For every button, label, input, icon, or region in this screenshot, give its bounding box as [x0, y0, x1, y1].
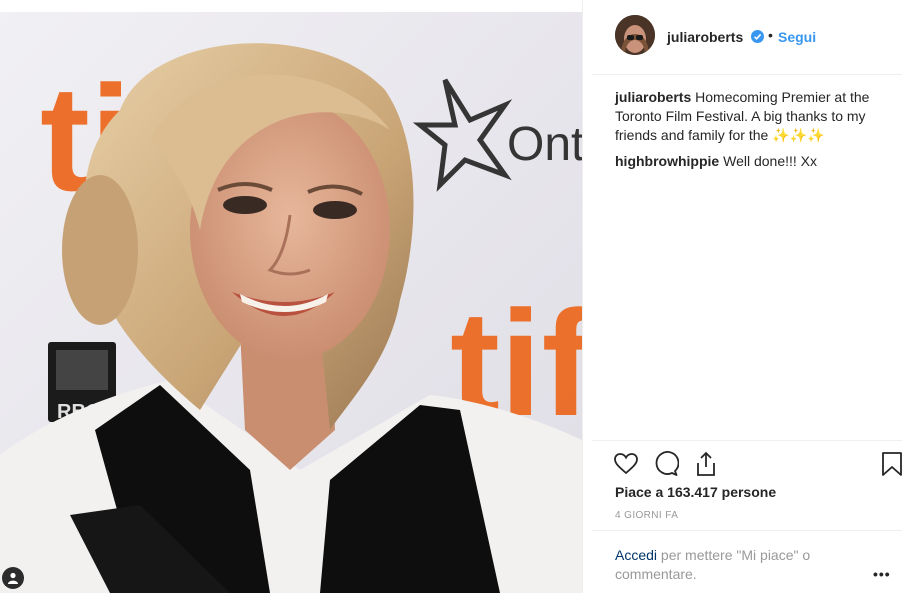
comment-username[interactable]: juliaroberts [615, 89, 691, 105]
likes-count[interactable]: Piace a 163.417 persone [615, 484, 776, 500]
comments-list: juliaroberts Homecoming Premier at the T… [615, 88, 895, 178]
verified-badge-icon [751, 30, 764, 43]
comment-text: Well done!!! Xx [723, 153, 818, 169]
svg-text:Ont: Ont [507, 118, 582, 171]
post-side-panel: juliaroberts • Segui juliaroberts Homeco… [592, 0, 921, 593]
post-timestamp: 4 GIORNI FA [615, 510, 679, 521]
photo-top-strip [0, 0, 582, 12]
post-header: juliaroberts • Segui [592, 0, 902, 75]
more-options-button[interactable]: ••• [873, 566, 891, 582]
header-separator: • [768, 27, 773, 43]
action-bar [592, 440, 902, 476]
tagged-people-button[interactable] [2, 567, 24, 589]
caption-comment: juliaroberts Homecoming Premier at the T… [615, 88, 895, 145]
sparkles-emoji: ✨✨✨ [772, 127, 825, 143]
follow-button[interactable]: Segui [778, 29, 816, 45]
comment-username[interactable]: highbrowhippie [615, 153, 719, 169]
list-item: highbrowhippie Well done!!! Xx [615, 152, 895, 171]
panel-divider [582, 0, 591, 593]
login-link[interactable]: Accedi [615, 547, 657, 563]
user-icon [8, 572, 18, 584]
author-username[interactable]: juliaroberts [667, 29, 743, 45]
heart-icon[interactable] [613, 451, 639, 477]
post-photo[interactable]: tif Ont tif RBC [0, 0, 582, 593]
avatar[interactable] [615, 15, 655, 55]
comment-icon[interactable] [653, 451, 679, 477]
login-prompt: Accedi per mettere "Mi piace" o commenta… [615, 546, 845, 584]
bookmark-icon[interactable] [879, 451, 905, 477]
photo-scene: tif Ont tif RBC [0, 0, 582, 593]
share-icon[interactable] [693, 451, 719, 477]
